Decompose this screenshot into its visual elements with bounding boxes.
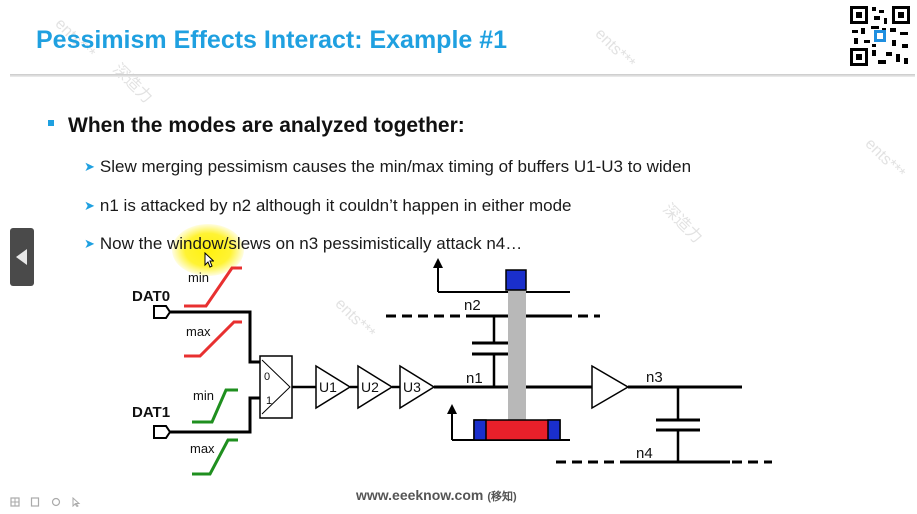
cursor-icon [204,252,214,268]
pointer-icon[interactable] [71,494,81,508]
grid-icon[interactable] [10,494,20,507]
dat0-label: DAT0 [132,288,170,305]
n1-window [473,419,561,441]
slide: ents*** ents*** ents*** ents*** 深造力 深造力 … [0,0,917,514]
min-label: min [193,388,214,403]
footer-site: www.eeeknow.com [356,487,484,503]
presentation-toolbar [10,494,87,508]
mux-input-1-label: 1 [266,395,272,407]
n2-label: n2 [464,297,481,314]
u2-label: U2 [361,379,379,395]
n2-window [505,269,527,291]
dat1-label: DAT1 [132,404,170,421]
dat0-wire [170,310,262,364]
mux-input-0-label: 0 [264,371,270,383]
footer-site-cn: (移知) [487,491,517,503]
arrow-up-icon [447,404,457,414]
circuit-diagram: DAT0 DAT1 min max min max 0 1 U1 U2 U3 n… [132,258,772,476]
u3-label: U3 [403,379,421,395]
pen-icon[interactable] [51,494,61,507]
max-label: max [190,441,215,456]
n1-label: n1 [466,370,483,387]
overlap-band [508,290,526,420]
footer: www.eeeknow.com (移知) [356,487,517,504]
note-icon[interactable] [30,494,40,507]
dat1-pin [153,425,172,439]
dat0-pin [153,305,172,319]
max-label: max [186,324,211,339]
buffer-n3 [591,364,630,410]
u1-label: U1 [319,379,337,395]
mux [259,355,293,419]
n3-label: n3 [646,369,663,386]
n4-label: n4 [636,445,653,462]
min-label: min [188,270,209,285]
arrow-up-icon [433,258,443,268]
